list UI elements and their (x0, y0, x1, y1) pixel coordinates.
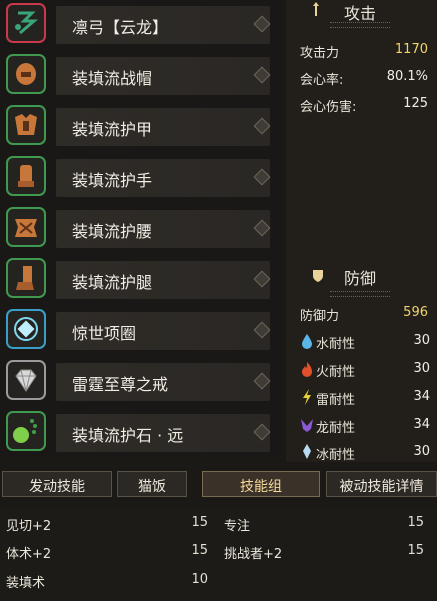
defense-header: 防御 (286, 265, 437, 297)
equipment-slot-waist[interactable]: 装填流护腰 (0, 204, 272, 254)
stat-label: 会心伤害: (300, 100, 357, 115)
skill-level: 15 (191, 543, 208, 558)
skill-name: 挑战者+2 (224, 547, 283, 562)
stat-affinity: 会心率: 80.1% (296, 67, 430, 91)
equipment-name: 装填流护甲 (72, 120, 153, 139)
lightning-icon (300, 388, 314, 406)
leg-armor-icon (6, 258, 46, 298)
defense-title: 防御 (344, 269, 377, 288)
tab-cat-meal[interactable]: 猫饭 (117, 471, 187, 497)
resistance-value: 30 (413, 444, 430, 459)
equipment-slot-head[interactable]: 装填流战帽 (0, 51, 272, 101)
equipment-slot-chest[interactable]: 装填流护甲 (0, 102, 272, 152)
stat-label: 会心率: (300, 73, 344, 88)
stats-panel: 攻击 攻击力 1170 会心率: 80.1% 会心伤害: 125 防御 防御力 … (286, 0, 437, 463)
equipment-name: 凛弓【云龙】 (72, 18, 169, 37)
attack-icon (310, 2, 322, 22)
equipment-name: 装填流护腿 (72, 273, 153, 292)
resistance-value: 34 (413, 417, 430, 432)
attack-header: 攻击 (286, 0, 437, 28)
resistance-value: 30 (413, 361, 430, 376)
equipment-slot-charm[interactable]: 惊世项圈 (0, 306, 272, 356)
resistance-label: 龙耐性 (316, 421, 356, 436)
skill-name: 体术+2 (6, 547, 52, 562)
chest-armor-icon (6, 105, 46, 145)
helmet-icon (6, 54, 46, 94)
stat-label: 防御力 (300, 309, 340, 324)
shield-icon (312, 268, 324, 287)
equipment-list: 凛弓【云龙】 装填流战帽 装填流护甲 装填流护手 装填流护腰 装填流护腿 惊世项… (0, 0, 280, 458)
skill-level: 15 (407, 543, 424, 558)
talisman-icon (6, 411, 46, 451)
tab-label: 猫饭 (138, 479, 166, 495)
equipment-slot-legs[interactable]: 装填流护腿 (0, 255, 272, 305)
ring-icon (6, 360, 46, 400)
equipment-slot-weapon[interactable]: 凛弓【云龙】 (0, 0, 272, 50)
fire-icon (300, 360, 314, 378)
skill-level: 10 (191, 572, 208, 587)
skill-level: 15 (407, 515, 424, 530)
gauntlet-icon (6, 156, 46, 196)
skill-list: 见切+2 15 专注 15 体术+2 15 挑战者+2 15 装填术 10 (0, 507, 437, 601)
skill-entry: 挑战者+2 15 (224, 541, 424, 563)
bow-icon (6, 3, 46, 43)
water-drop-icon (300, 332, 314, 350)
skill-name: 见切+2 (6, 519, 52, 534)
equipment-name: 雷霆至尊之戒 (72, 375, 169, 394)
resistance-dragon: 龙耐性 34 (298, 413, 432, 439)
tab-label: 发动技能 (29, 479, 85, 495)
stat-defense: 防御力 596 (296, 303, 430, 327)
resistance-fire: 火耐性 30 (298, 357, 432, 383)
charm-icon (6, 309, 46, 349)
resistance-label: 冰耐性 (316, 448, 356, 463)
equipment-slot-arms[interactable]: 装填流护手 (0, 153, 272, 203)
equipment-name: 装填流护手 (72, 171, 153, 190)
tab-label: 被动技能详情 (339, 479, 424, 495)
equipment-name: 装填流战帽 (72, 69, 153, 88)
skill-entry: 装填术 10 (6, 570, 208, 592)
equipment-slot-talisman[interactable]: 装填流护石 · 远 (0, 408, 272, 458)
skill-entry: 见切+2 15 (6, 513, 208, 535)
divider (330, 291, 390, 297)
equipment-slot-ring[interactable]: 雷霆至尊之戒 (0, 357, 272, 407)
stat-crit-damage: 会心伤害: 125 (296, 94, 430, 118)
divider (330, 22, 390, 28)
equipment-name: 装填流护腰 (72, 222, 153, 241)
tab-passive-skill-details[interactable]: 被动技能详情 (326, 471, 437, 497)
stat-value: 125 (403, 96, 428, 111)
resistance-label: 雷耐性 (316, 393, 356, 408)
resistance-value: 34 (413, 389, 430, 404)
resistance-label: 火耐性 (316, 365, 356, 380)
resistance-label: 水耐性 (316, 337, 356, 352)
stat-value: 596 (403, 305, 428, 320)
dragon-icon (300, 416, 314, 434)
skill-name: 装填术 (6, 576, 46, 591)
tab-bar: 发动技能 猫饭 技能组 被动技能详情 (0, 467, 437, 503)
tab-skill-group[interactable]: 技能组 (202, 471, 320, 497)
tab-label: 技能组 (240, 479, 282, 495)
resistance-water: 水耐性 30 (298, 329, 432, 355)
ice-icon (300, 443, 314, 461)
waist-armor-icon (6, 207, 46, 247)
skill-entry: 体术+2 15 (6, 541, 208, 563)
resistance-value: 30 (413, 333, 430, 348)
skill-level: 15 (191, 515, 208, 530)
stat-value: 80.1% (386, 69, 428, 84)
resistance-ice: 冰耐性 30 (298, 440, 432, 466)
stat-label: 攻击力 (300, 46, 340, 61)
tab-active-skills[interactable]: 发动技能 (2, 471, 112, 497)
skill-name: 专注 (224, 519, 251, 534)
equipment-name: 装填流护石 · 远 (72, 426, 184, 445)
stat-attack: 攻击力 1170 (296, 40, 430, 64)
resistance-thunder: 雷耐性 34 (298, 385, 432, 411)
skill-entry: 专注 15 (224, 513, 424, 535)
stat-value: 1170 (394, 42, 428, 57)
equipment-name: 惊世项圈 (72, 324, 137, 343)
attack-title: 攻击 (344, 4, 377, 23)
